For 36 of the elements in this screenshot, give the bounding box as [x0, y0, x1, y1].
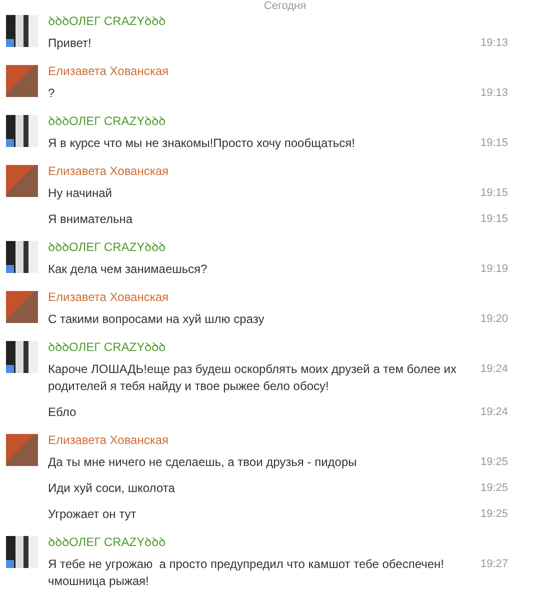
message-time: 19:25 — [479, 481, 508, 496]
message-time: 19:27 — [479, 557, 508, 572]
author-name[interactable]: Елизавета Хованская — [48, 432, 169, 449]
message-text: ? — [48, 85, 56, 102]
message-text: С такими вопросами на хуй шлю сразу — [48, 311, 266, 328]
message-time: 19:25 — [479, 455, 508, 470]
author-name[interactable]: ꝺꝺꝺОЛЕГ CRAZYꝺꝺꝺ — [48, 239, 166, 256]
message-time: 19:20 — [479, 312, 508, 327]
message-time: 19:15 — [479, 212, 508, 227]
message-text: Да ты мне ничего не сделаешь, а твои друзья - пидоры — [48, 454, 358, 471]
message-time: 19:24 — [479, 362, 508, 377]
message-time: 19:15 — [479, 186, 508, 201]
author-name[interactable]: Елизавета Хованская — [48, 63, 169, 80]
message-time: 19:13 — [479, 86, 508, 101]
message-text: Я тебе не угрожаю а просто предупредил что камшот тебе обеспечен! чмошница рыжая! — [48, 556, 445, 590]
author-name[interactable]: ꝺꝺꝺОЛЕГ CRAZYꝺꝺꝺ — [48, 113, 166, 130]
message-text: Ебло — [48, 404, 78, 421]
message-text: Угрожает он тут — [48, 506, 138, 523]
message-time: 19:13 — [479, 36, 508, 51]
message-time: 19:19 — [479, 262, 508, 277]
message-text: Иди хуй соси, школота — [48, 480, 176, 497]
message-text: Ну начинай — [48, 185, 113, 202]
author-name[interactable]: ꝺꝺꝺОЛЕГ CRAZYꝺꝺꝺ — [48, 339, 166, 356]
day-label: Сегодня — [264, 0, 306, 12]
message-time: 19:15 — [479, 136, 508, 151]
message-time: 19:24 — [479, 405, 508, 420]
author-name[interactable]: Елизавета Хованская — [48, 163, 169, 180]
message-text: Я внимательна — [48, 211, 134, 228]
message-time: 19:25 — [479, 507, 508, 522]
author-name[interactable]: ꝺꝺꝺОЛЕГ CRAZYꝺꝺꝺ — [48, 534, 166, 551]
message-text: Кароче ЛОШАДЬ!еще раз будеш оскорблять моих друзей а тем более их родителей я тебя найду и твое рыжее бело обосу! — [48, 361, 458, 395]
message-text: Как дела чем занимаешься? — [48, 261, 208, 278]
author-name[interactable]: Елизавета Хованская — [48, 289, 169, 306]
message-text: Привет! — [48, 35, 92, 52]
author-name[interactable]: ꝺꝺꝺОЛЕГ CRAZYꝺꝺꝺ — [48, 13, 166, 30]
message-text: Я в курсе что мы не знакомы!Просто хочу пообщаться! — [48, 135, 356, 152]
